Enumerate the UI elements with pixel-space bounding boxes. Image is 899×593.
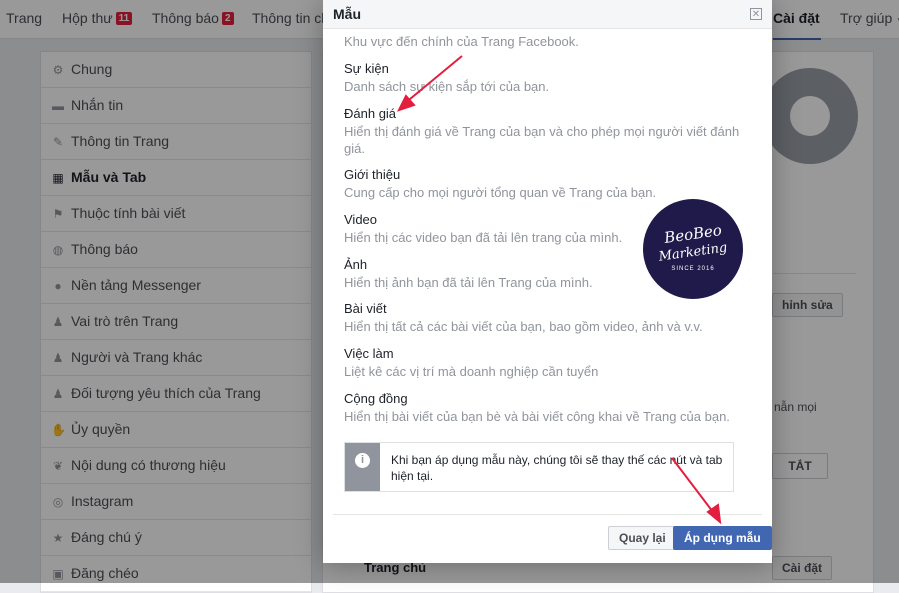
arrow-to-apply [671, 457, 717, 517]
arrow-to-reviews [403, 55, 463, 105]
annotation-arrows [397, 55, 722, 525]
